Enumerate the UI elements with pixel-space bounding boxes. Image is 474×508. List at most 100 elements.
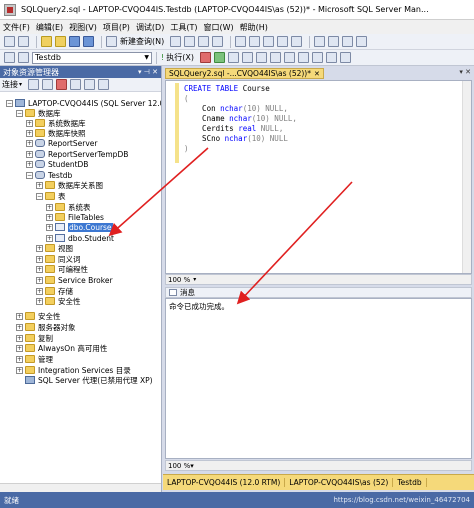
tree-node[interactable]: − Testdb — [26, 170, 72, 180]
expand-icon[interactable]: + — [36, 181, 43, 189]
tree-node[interactable]: + Service Broker — [36, 275, 113, 285]
tree-node[interactable]: + AlwaysOn 高可用性 — [16, 343, 107, 353]
expand-icon[interactable]: + — [36, 244, 43, 252]
tree-node[interactable]: + StudentDB — [26, 159, 88, 169]
xmla-query-icon[interactable] — [212, 36, 224, 47]
tree-node[interactable]: + 系统表 — [46, 202, 91, 212]
redo-icon[interactable] — [291, 36, 303, 47]
expand-icon[interactable]: + — [16, 355, 23, 363]
pin-icon[interactable]: ▾ ⊣ — [138, 68, 150, 76]
tree-node[interactable]: + 数据库快照 — [26, 128, 86, 138]
tree-node[interactable]: + 安全性 — [16, 311, 61, 321]
database-dropdown[interactable]: Testdb ▼ — [32, 51, 152, 64]
indent-icon[interactable] — [325, 52, 337, 63]
disconnect-icon[interactable] — [42, 79, 54, 90]
expand-icon[interactable]: + — [26, 150, 33, 158]
expand-icon[interactable]: + — [46, 203, 53, 211]
tree-node[interactable]: + dbo.Course — [46, 222, 113, 232]
copy-icon[interactable] — [249, 36, 261, 47]
tree-node[interactable]: + ReportServerTempDB — [26, 149, 128, 159]
display-plan-icon[interactable] — [241, 52, 253, 63]
solution-explorer-icon[interactable] — [328, 36, 340, 47]
results-to-text-icon[interactable] — [269, 52, 281, 63]
outdent-icon[interactable] — [339, 52, 351, 63]
parse-icon[interactable] — [227, 52, 239, 63]
menu-edit[interactable]: 编辑(E) — [33, 22, 66, 33]
filter-icon[interactable] — [70, 79, 82, 90]
paste-icon[interactable] — [263, 36, 275, 47]
tree-node[interactable]: + 视图 — [36, 243, 73, 253]
find-icon[interactable] — [314, 36, 326, 47]
menu-window[interactable]: 窗口(W) — [200, 22, 236, 33]
refresh-icon[interactable] — [84, 79, 96, 90]
expand-icon[interactable]: + — [46, 234, 53, 242]
new-project-icon[interactable] — [41, 36, 52, 47]
expand-icon[interactable]: + — [46, 223, 53, 231]
tree-node[interactable]: + 安全性 — [36, 296, 81, 306]
tab-messages[interactable]: 消息 — [180, 287, 195, 298]
menu-tools[interactable]: 工具(T) — [167, 22, 200, 33]
editor-dropdown-icon[interactable]: ▾ ✕ — [459, 68, 471, 76]
collapse-icon[interactable]: − — [6, 99, 13, 107]
tree-node[interactable]: + Integration Services 目录 — [16, 365, 131, 375]
mdx-query-icon[interactable] — [198, 36, 210, 47]
cut-icon[interactable] — [235, 36, 247, 47]
sql-code[interactable]: CREATE TABLE Course( Con nchar(10) NULL,… — [184, 84, 297, 154]
tab-sqlquery2[interactable]: SQLQuery2.sql -...CVQO44IS\as (52))* ✕ — [165, 68, 324, 79]
properties-icon[interactable] — [342, 36, 354, 47]
expand-icon[interactable]: + — [46, 213, 53, 221]
undo-icon[interactable] — [277, 36, 289, 47]
forward-icon[interactable] — [18, 36, 29, 47]
horizontal-scrollbar[interactable] — [0, 483, 161, 492]
tree-node[interactable]: + 同义词 — [36, 254, 81, 264]
tree-node[interactable]: − 表 — [36, 191, 66, 201]
tree-node[interactable]: + 可编程性 — [36, 264, 88, 274]
tree-node[interactable]: + dbo.Student — [46, 233, 114, 243]
connect-server-icon[interactable] — [28, 79, 40, 90]
tree-node[interactable]: SQL Server 代理(已禁用代理 XP) — [16, 375, 153, 385]
results-zoom-value[interactable]: 100 % — [168, 462, 190, 470]
tree-node[interactable]: + 系统数据库 — [26, 118, 86, 128]
tree-node[interactable]: + 复制 — [16, 333, 53, 343]
chevron-down-icon[interactable]: ▾ — [190, 462, 194, 470]
toolbox-icon[interactable] — [356, 36, 368, 47]
uncomment-icon[interactable] — [311, 52, 323, 63]
tree-node[interactable]: + 数据库关系图 — [36, 180, 103, 190]
change-connection-icon[interactable] — [18, 52, 29, 63]
expand-icon[interactable]: + — [16, 312, 23, 320]
expand-icon[interactable]: + — [26, 129, 33, 137]
save-icon[interactable] — [69, 36, 80, 47]
analysis-query-icon[interactable] — [184, 36, 196, 47]
menu-project[interactable]: 项目(P) — [100, 22, 133, 33]
expand-icon[interactable]: + — [36, 297, 43, 305]
open-file-icon[interactable] — [55, 36, 66, 47]
menu-debug[interactable]: 调试(D) — [133, 22, 167, 33]
editor-zoom-value[interactable]: 100 % — [168, 276, 190, 284]
execute-button[interactable]: ! 执行(X) — [161, 52, 194, 63]
menu-help[interactable]: 帮助(H) — [237, 22, 271, 33]
tree-node[interactable]: + ReportServer — [26, 138, 97, 148]
expand-icon[interactable]: + — [36, 287, 43, 295]
tree-node[interactable]: + 服务器对象 — [16, 322, 76, 332]
close-icon[interactable]: ✕ — [314, 70, 320, 78]
collapse-icon[interactable]: − — [16, 109, 23, 117]
vertical-scrollbar[interactable] — [462, 81, 471, 273]
collapse-icon[interactable]: − — [36, 192, 43, 200]
expand-icon[interactable]: + — [26, 160, 33, 168]
expand-icon[interactable]: + — [26, 119, 33, 127]
back-icon[interactable] — [4, 36, 15, 47]
tree-node[interactable]: − LAPTOP-CVQO44IS (SQL Server 12.0... — [6, 98, 161, 108]
comment-icon[interactable] — [297, 52, 309, 63]
new-query-button[interactable]: 新建查询(N) — [106, 36, 164, 47]
expand-icon[interactable]: + — [16, 334, 23, 342]
collapse-icon[interactable]: − — [26, 171, 33, 179]
chevron-down-icon[interactable]: ▾ — [193, 276, 196, 283]
expand-icon[interactable]: + — [16, 344, 23, 352]
db-engine-query-icon[interactable] — [170, 36, 182, 47]
tree-node[interactable]: + 存储 — [36, 286, 73, 296]
close-icon[interactable]: ✕ — [152, 68, 158, 76]
debug-icon[interactable] — [213, 52, 225, 63]
tree-node[interactable]: + FileTables — [46, 212, 104, 222]
query-editor[interactable]: CREATE TABLE Course( Con nchar(10) NULL,… — [165, 80, 472, 274]
save-all-icon[interactable] — [83, 36, 94, 47]
